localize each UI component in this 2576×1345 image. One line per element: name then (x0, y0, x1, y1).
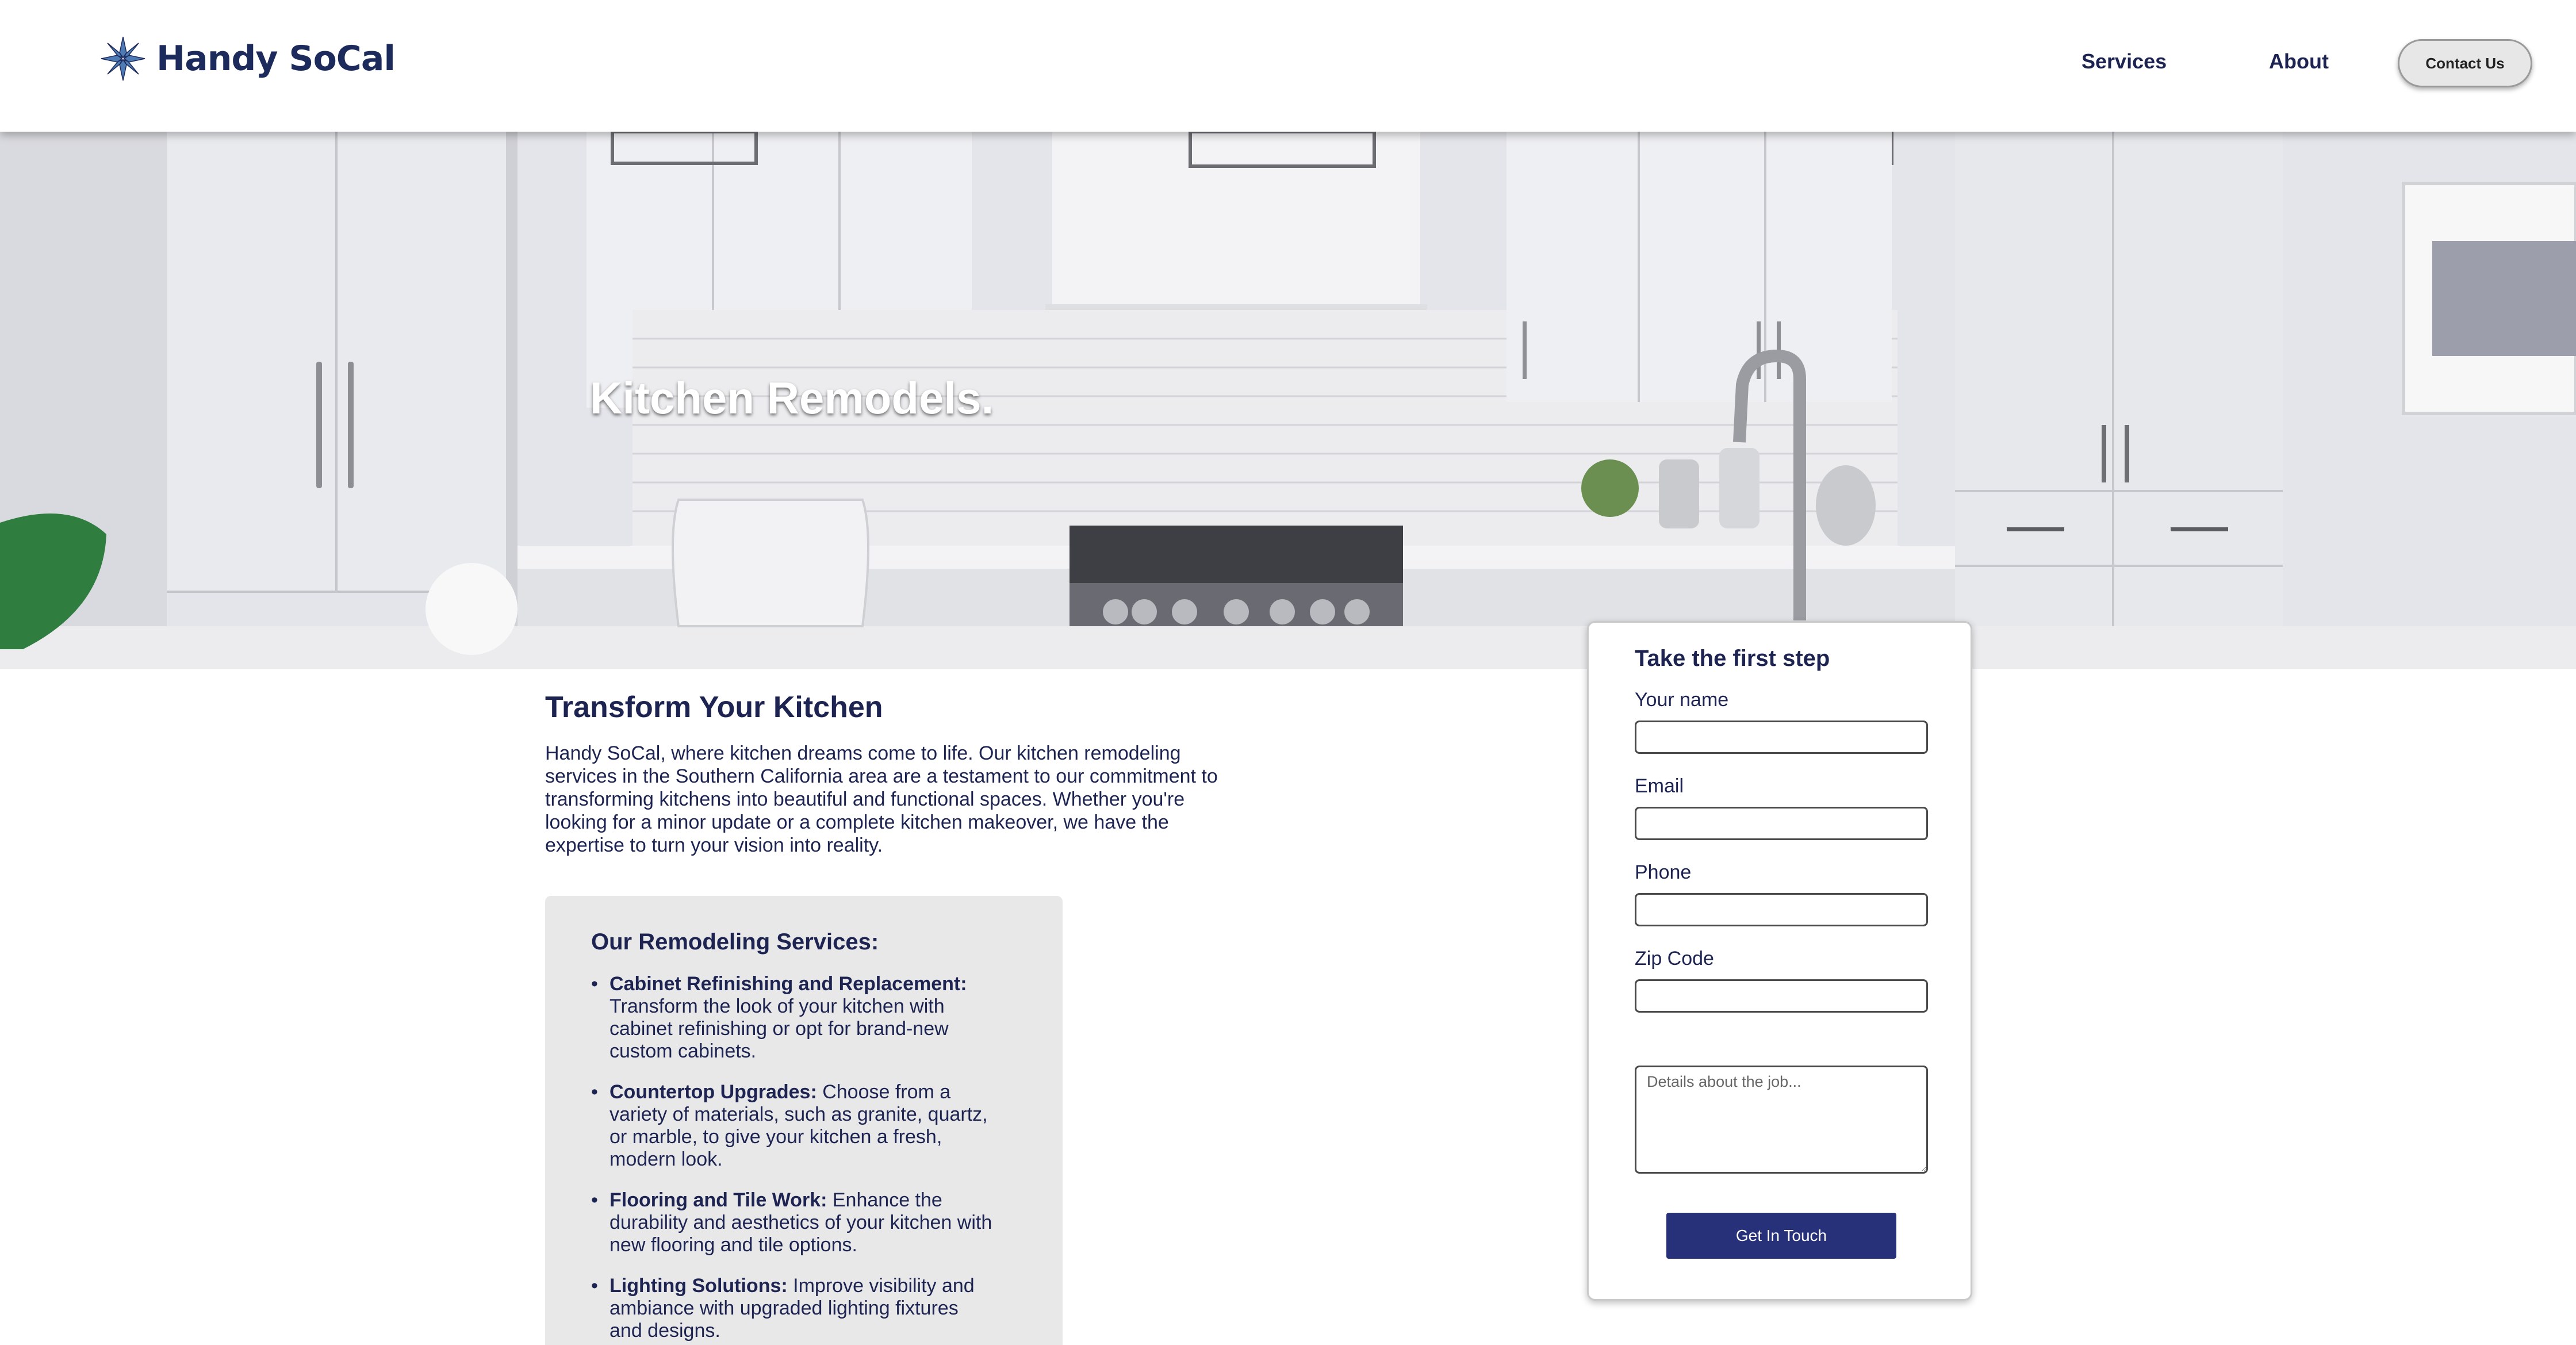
logo[interactable]: Handy SoCal (100, 36, 396, 82)
list-item: Flooring and Tile Work: Enhance the dura… (591, 1189, 994, 1256)
kitchen-hero-image (0, 132, 2576, 669)
site-header: Handy SoCal Services About Contact Us (0, 0, 2576, 132)
services-panel: Our Remodeling Services: Cabinet Refinis… (545, 896, 1063, 1345)
name-label: Your name (1635, 689, 1729, 711)
email-label: Email (1635, 775, 1684, 797)
list-item: Cabinet Refinishing and Replacement: Tra… (591, 973, 994, 1063)
snowflake-star-icon (101, 36, 145, 81)
nav-services-link[interactable]: Services (2082, 49, 2167, 74)
email-field[interactable] (1635, 807, 1928, 840)
zip-code-field[interactable] (1635, 979, 1928, 1013)
hero-title: Kitchen Remodels. (590, 373, 994, 423)
contact-form-card: Take the first step Your name Email Phon… (1587, 621, 1972, 1301)
job-details-textarea[interactable] (1635, 1066, 1928, 1174)
service-name: Cabinet Refinishing and Replacement: (610, 973, 967, 995)
name-field[interactable] (1635, 721, 1928, 754)
get-in-touch-button[interactable]: Get In Touch (1666, 1213, 1896, 1259)
section-title: Transform Your Kitchen (545, 691, 883, 724)
form-title: Take the first step (1635, 646, 1830, 671)
contact-us-button[interactable]: Contact Us (2398, 39, 2532, 87)
service-name: Lighting Solutions: (610, 1275, 793, 1297)
phone-field[interactable] (1635, 893, 1928, 926)
services-heading: Our Remodeling Services: (591, 929, 879, 955)
brand-name: Handy SoCal (156, 39, 396, 79)
service-description: Transform the look of your kitchen with … (610, 995, 949, 1062)
hero-banner: Kitchen Remodels. (0, 132, 2576, 669)
services-list: Cabinet Refinishing and Replacement: Tra… (591, 973, 994, 1345)
phone-label: Phone (1635, 861, 1692, 883)
zip-code-label: Zip Code (1635, 948, 1714, 970)
list-item: Countertop Upgrades: Choose from a varie… (591, 1081, 994, 1171)
service-name: Flooring and Tile Work: (610, 1189, 833, 1211)
list-item: Lighting Solutions: Improve visibility a… (591, 1275, 994, 1342)
intro-paragraph: Handy SoCal, where kitchen dreams come t… (545, 742, 1218, 856)
nav-about-link[interactable]: About (2269, 49, 2329, 74)
service-name: Countertop Upgrades: (610, 1081, 823, 1103)
